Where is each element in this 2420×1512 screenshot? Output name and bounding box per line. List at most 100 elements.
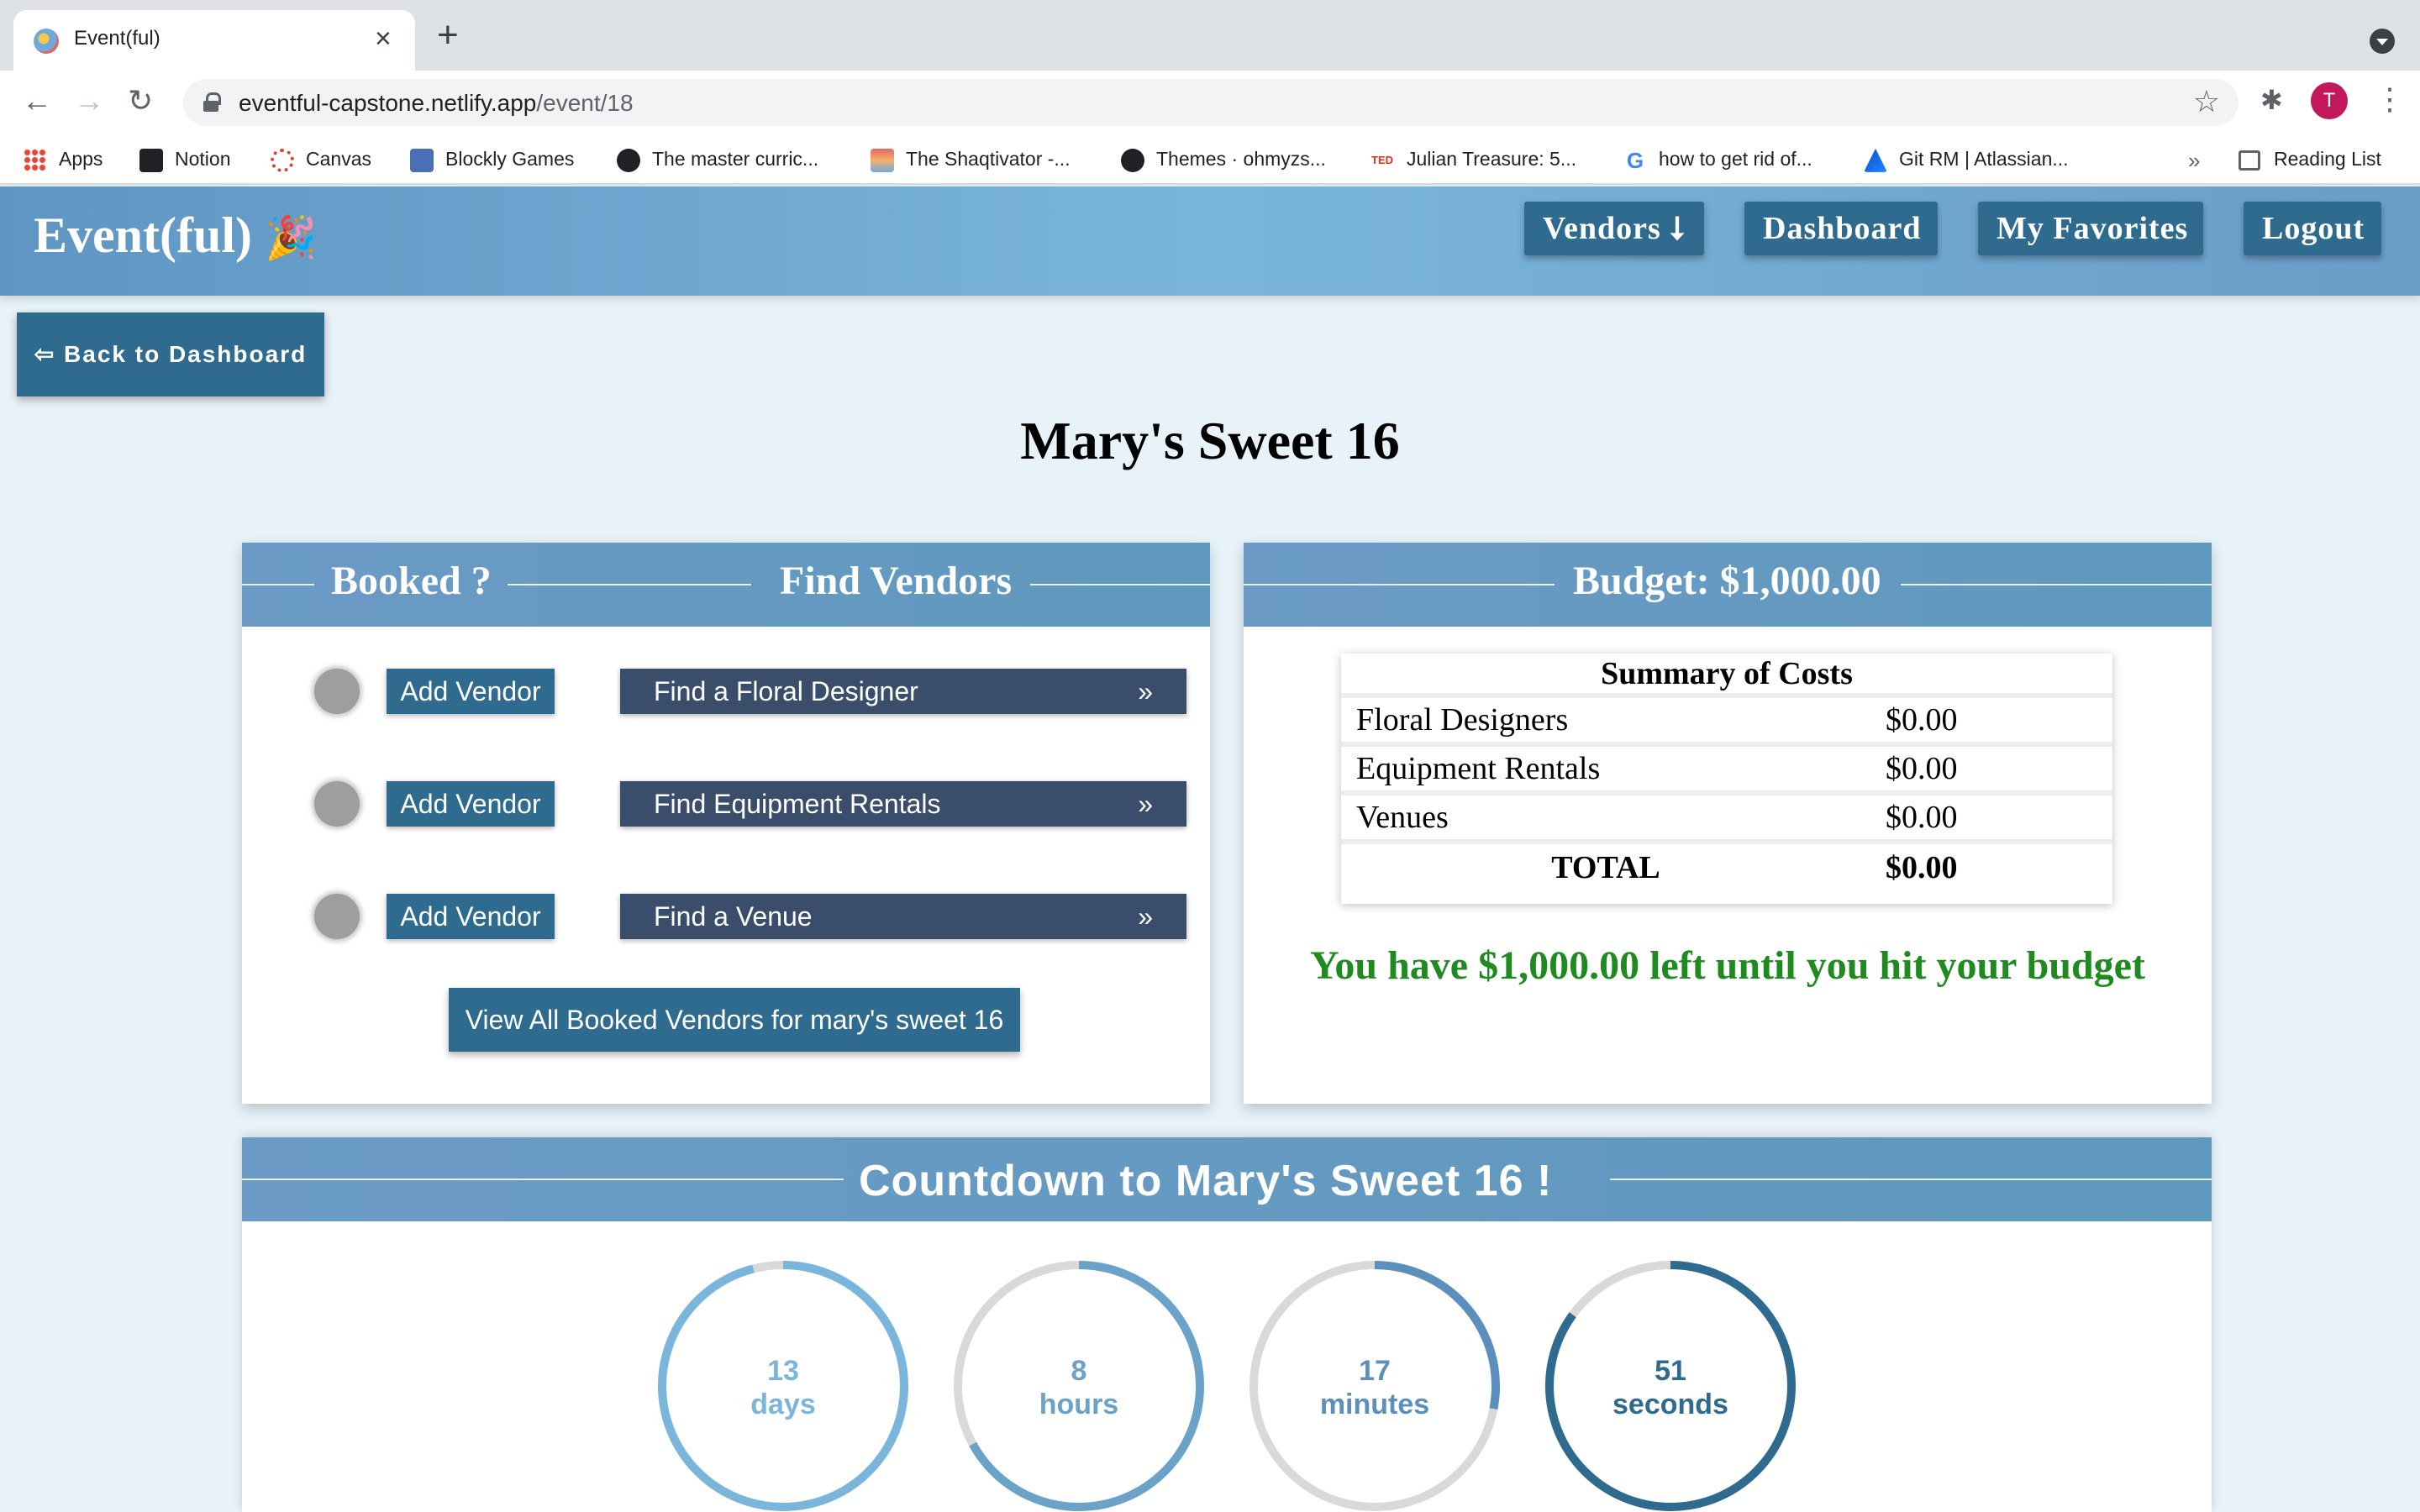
double-chevron-icon: » <box>1138 676 1153 706</box>
browser-tabstrip: Event(ful) × + <box>0 0 2420 71</box>
cost-item-name: Equipment Rentals <box>1341 744 1870 795</box>
notion-icon <box>139 148 163 172</box>
table-row: Venues $0.00 <box>1341 793 2112 844</box>
booked-status-indicator <box>314 669 360 714</box>
header-rule <box>242 584 314 585</box>
view-all-booked-vendors-button[interactable]: View All Booked Vendors for mary's sweet… <box>449 988 1020 1052</box>
countdown-days: 13 days <box>657 1354 909 1421</box>
bookmark-notion[interactable]: Notion <box>139 144 230 173</box>
address-bar[interactable]: eventful-capstone.netlify.app/event/18 ☆ <box>183 79 2238 126</box>
bookmark-canvas[interactable]: Canvas <box>271 144 371 173</box>
tab-title: Event(ful) <box>74 27 160 50</box>
header-rule <box>1244 584 1555 585</box>
booked-header: Booked ? <box>331 559 492 603</box>
github-icon <box>617 148 640 172</box>
bookmark-apps[interactable]: Apps <box>24 144 103 173</box>
add-vendor-button[interactable]: Add Vendor <box>387 669 555 714</box>
booked-status-indicator <box>314 894 360 939</box>
bookmark-github-curric[interactable]: The master curric... <box>617 144 818 173</box>
countdown-header: Countdown to Mary's Sweet 16 ! <box>859 1157 1553 1205</box>
nav-vendors-dropdown[interactable]: Vendors ⭣ <box>1524 202 1704 255</box>
add-vendor-button[interactable]: Add Vendor <box>387 781 555 827</box>
cost-item-name: Venues <box>1341 793 1870 844</box>
find-venue-button[interactable]: Find a Venue» <box>620 894 1186 939</box>
reading-list[interactable]: Reading List <box>2238 144 2381 173</box>
find-vendors-header: Find Vendors <box>780 559 1013 603</box>
bookmark-atlassian[interactable]: Git RM | Atlassian... <box>1864 144 2069 173</box>
nav-logout[interactable]: Logout <box>2244 202 2381 255</box>
reading-list-icon <box>2238 150 2260 171</box>
add-vendor-button[interactable]: Add Vendor <box>387 894 555 939</box>
minutes-value: 17 <box>1359 1355 1391 1387</box>
cost-item-name: Floral Designers <box>1341 696 1870 747</box>
github-icon <box>1121 148 1144 172</box>
rainbow-icon <box>871 148 894 172</box>
summary-title: Summary of Costs <box>1341 654 2112 698</box>
budget-remaining-message: You have $1,000.00 left until you hit yo… <box>1310 943 2145 988</box>
tab-search-icon[interactable] <box>2370 29 2395 54</box>
close-tab-icon[interactable]: × <box>375 22 392 55</box>
kebab-menu-icon[interactable]: ⋮ <box>2375 81 2405 118</box>
countdown-minutes: 17 minutes <box>1249 1354 1501 1421</box>
total-value: $0.00 <box>1870 840 2112 890</box>
hours-label: hours <box>1039 1389 1119 1420</box>
browser-toolbar: ← → ↻ eventful-capstone.netlify.app/even… <box>0 71 2420 133</box>
total-label: TOTAL <box>1341 840 1870 890</box>
header-rule <box>1610 1179 2212 1180</box>
extensions-puzzle-icon[interactable]: ✱ <box>2260 84 2283 116</box>
header-rule <box>1901 584 2212 585</box>
seconds-label: seconds <box>1612 1389 1728 1420</box>
party-popper-icon: 🎉 <box>264 214 318 261</box>
header-rule <box>508 584 751 585</box>
bookmark-ted[interactable]: TED Julian Treasure: 5... <box>1371 144 1576 173</box>
bookmark-themes[interactable]: Themes · ohmyzs... <box>1121 144 1326 173</box>
bookmark-star-icon[interactable]: ☆ <box>2193 84 2220 119</box>
ted-icon: TED <box>1371 148 1395 172</box>
new-tab-icon[interactable]: + <box>437 17 459 54</box>
header-rule <box>242 1179 844 1180</box>
google-icon: G <box>1626 147 1644 173</box>
table-row: Equipment Rentals $0.00 <box>1341 744 2112 795</box>
find-equipment-rentals-button[interactable]: Find Equipment Rentals» <box>620 781 1186 827</box>
days-value: 13 <box>767 1355 799 1387</box>
brand-logo[interactable]: Event(ful) 🎉 <box>34 207 317 265</box>
bookmarks-bar: Apps Notion Canvas Blockly Games The mas… <box>0 133 2420 185</box>
cost-item-value: $0.00 <box>1870 696 2112 747</box>
countdown-card: Countdown to Mary's Sweet 16 ! <box>242 1137 2212 1512</box>
forward-arrow-icon[interactable]: → <box>74 82 104 119</box>
nav-dashboard[interactable]: Dashboard <box>1744 202 1938 255</box>
back-to-dashboard-button[interactable]: ⇦ Back to Dashboard <box>17 312 324 396</box>
total-row: TOTAL $0.00 <box>1341 840 2112 890</box>
minutes-label: minutes <box>1319 1389 1430 1420</box>
hours-value: 8 <box>1071 1355 1087 1387</box>
reload-icon[interactable]: ↻ <box>128 82 153 119</box>
atlassian-icon <box>1864 148 1887 172</box>
find-floral-designer-button[interactable]: Find a Floral Designer» <box>620 669 1186 714</box>
back-arrow-icon[interactable]: ← <box>22 82 52 119</box>
countdown-hours: 8 hours <box>953 1354 1205 1421</box>
blockly-icon <box>410 148 434 172</box>
bookmark-blockly[interactable]: Blockly Games <box>410 144 574 173</box>
header-rule <box>1030 584 1210 585</box>
vendors-card: Booked ? Find Vendors Add Vendor Find a … <box>242 543 1210 1104</box>
bookmark-google[interactable]: Ghow to get rid of... <box>1623 144 1812 173</box>
table-row: Floral Designers $0.00 <box>1341 696 2112 747</box>
more-bookmarks-icon[interactable]: » <box>2188 148 2200 174</box>
url-text: eventful-capstone.netlify.app/event/18 <box>239 90 634 116</box>
summary-of-costs-table: Summary of Costs Floral Designers $0.00 … <box>1341 654 2112 904</box>
cost-item-value: $0.00 <box>1870 793 2112 844</box>
party-favicon-icon <box>34 29 59 54</box>
seconds-value: 51 <box>1655 1355 1686 1387</box>
budget-header: Budget: $1,000.00 <box>1573 559 1881 603</box>
cost-item-value: $0.00 <box>1870 744 2112 795</box>
page-title: Mary's Sweet 16 <box>1020 411 1400 470</box>
profile-avatar[interactable]: T <box>2311 82 2348 119</box>
canvas-icon <box>271 148 294 172</box>
budget-card: Budget: $1,000.00 Summary of Costs Flora… <box>1244 543 2212 1104</box>
days-label: days <box>750 1389 816 1420</box>
browser-tab[interactable]: Event(ful) × <box>13 10 415 71</box>
countdown-card-header: Countdown to Mary's Sweet 16 ! <box>242 1137 2212 1221</box>
double-chevron-icon: » <box>1138 901 1153 932</box>
bookmark-shaqtivator[interactable]: The Shaqtivator -... <box>871 144 1071 173</box>
nav-my-favorites[interactable]: My Favorites <box>1978 202 2203 255</box>
